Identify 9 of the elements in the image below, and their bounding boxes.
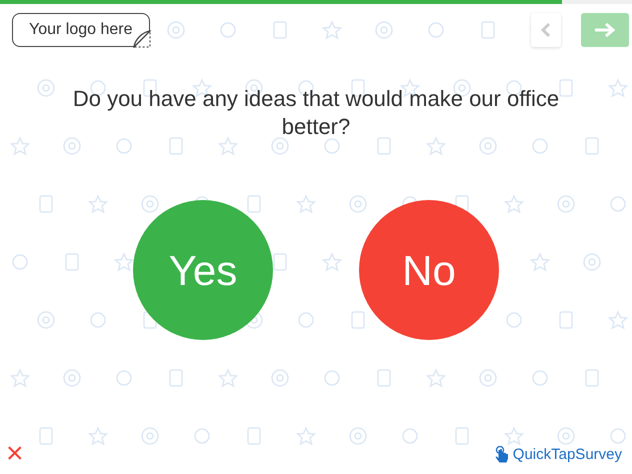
logo-text: Your logo here: [29, 21, 132, 38]
arrow-right-icon: [593, 22, 617, 38]
question-text: Do you have any ideas that would make our office better?: [72, 85, 560, 140]
hand-tap-icon: [494, 446, 509, 464]
close-button[interactable]: ×: [6, 439, 24, 469]
brand-name: QuickTapSurvey: [512, 444, 622, 464]
answer-button[interactable]: Yes: [133, 200, 273, 340]
answer-button[interactable]: No: [359, 200, 499, 340]
chevron-left-icon: [541, 22, 551, 38]
